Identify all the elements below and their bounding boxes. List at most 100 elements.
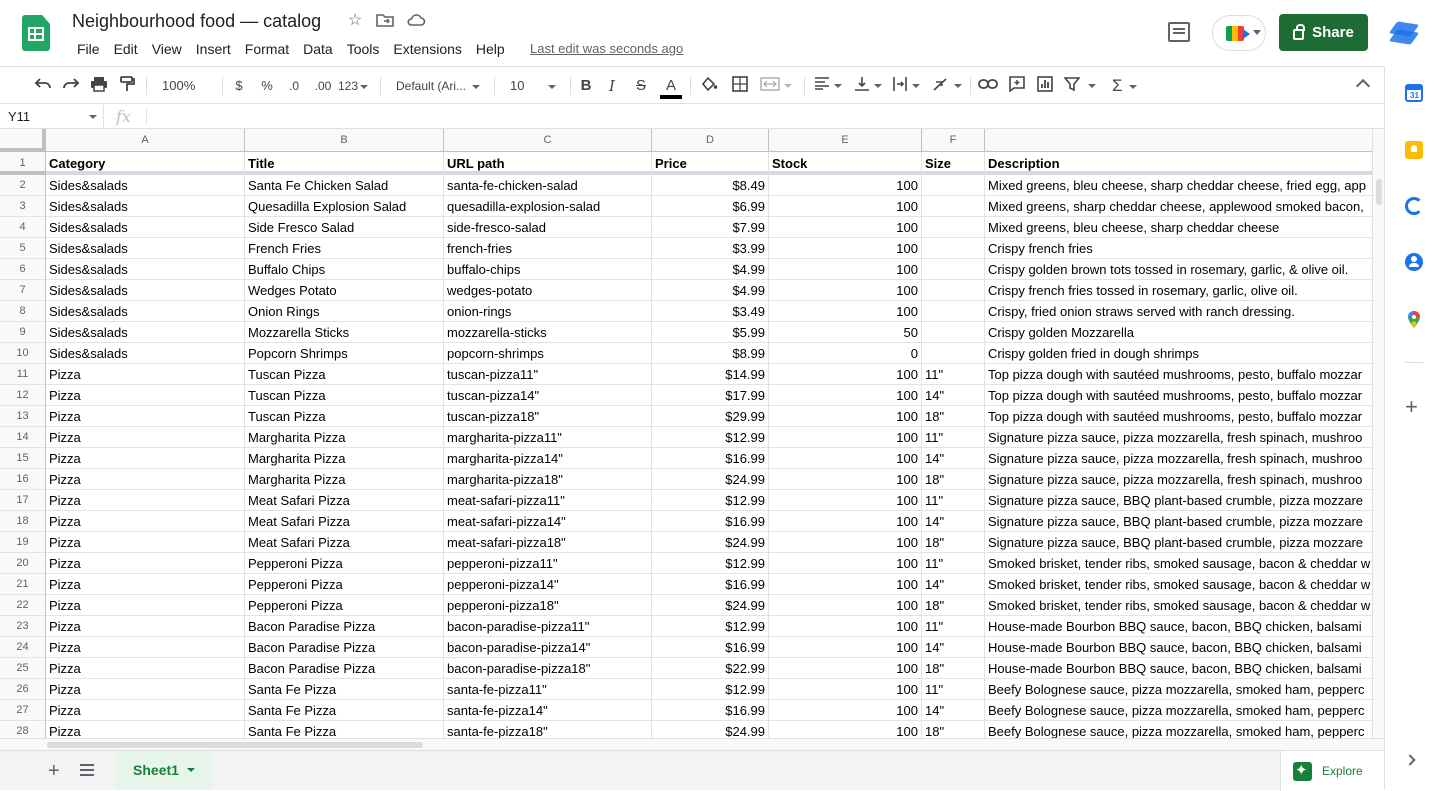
- cell-stock[interactable]: 100: [769, 511, 922, 532]
- cell-stock[interactable]: 100: [769, 175, 922, 196]
- cell-url-path[interactable]: pepperoni-pizza11": [444, 553, 652, 574]
- menu-format[interactable]: Format: [238, 40, 296, 59]
- star-icon[interactable]: ☆: [346, 12, 364, 30]
- cell-url-path[interactable]: santa-fe-pizza14": [444, 700, 652, 721]
- cell-stock[interactable]: 100: [769, 658, 922, 679]
- last-edit-link[interactable]: Last edit was seconds ago: [530, 41, 683, 56]
- cell-stock[interactable]: 100: [769, 259, 922, 280]
- cell-description[interactable]: Signature pizza sauce, BBQ plant-based c…: [985, 532, 1372, 553]
- document-title[interactable]: Neighbourhood food — catalog: [72, 11, 321, 32]
- cell-price[interactable]: $16.99: [652, 511, 769, 532]
- cell-price[interactable]: $24.99: [652, 595, 769, 616]
- cell-price[interactable]: $3.99: [652, 238, 769, 259]
- menu-extensions[interactable]: Extensions: [386, 40, 468, 59]
- cell-description[interactable]: Crispy french fries: [985, 238, 1372, 259]
- font-size-select[interactable]: 10: [502, 76, 562, 96]
- row-header[interactable]: 6: [0, 259, 46, 280]
- cell-url-path[interactable]: onion-rings: [444, 301, 652, 322]
- cell-title[interactable]: Side Fresco Salad: [245, 217, 444, 238]
- cell-size[interactable]: 11": [922, 427, 985, 448]
- all-sheets-menu-icon[interactable]: [80, 764, 94, 776]
- cell-stock[interactable]: 100: [769, 427, 922, 448]
- cell-url-path[interactable]: bacon-paradise-pizza14": [444, 637, 652, 658]
- column-header-d[interactable]: D: [652, 129, 769, 152]
- cell-description[interactable]: Crispy golden Mozzarella: [985, 322, 1372, 343]
- cell-stock[interactable]: 100: [769, 721, 922, 738]
- cell-category[interactable]: Sides&salads: [46, 217, 245, 238]
- cell-description[interactable]: Signature pizza sauce, BBQ plant-based c…: [985, 511, 1372, 532]
- select-all-corner[interactable]: [0, 129, 46, 152]
- menu-data[interactable]: Data: [296, 40, 340, 59]
- cell-title[interactable]: Bacon Paradise Pizza: [245, 637, 444, 658]
- row-header[interactable]: 3: [0, 196, 46, 217]
- cell-price[interactable]: $8.99: [652, 343, 769, 364]
- row-header[interactable]: 19: [0, 532, 46, 553]
- cloud-status-icon[interactable]: [406, 12, 426, 30]
- cell-description[interactable]: House-made Bourbon BBQ sauce, bacon, BBQ…: [985, 658, 1372, 679]
- cell-stock[interactable]: 100: [769, 385, 922, 406]
- cell-url-path[interactable]: tuscan-pizza18": [444, 406, 652, 427]
- header-cell-url-path[interactable]: URL path: [444, 152, 652, 175]
- cell-category[interactable]: Sides&salads: [46, 175, 245, 196]
- cell-url-path[interactable]: tuscan-pizza14": [444, 385, 652, 406]
- cell-stock[interactable]: 100: [769, 301, 922, 322]
- cell-url-path[interactable]: santa-fe-pizza18": [444, 721, 652, 738]
- header-cell-category[interactable]: Category: [46, 152, 245, 175]
- cell-size[interactable]: 18": [922, 721, 985, 738]
- menu-view[interactable]: View: [145, 40, 189, 59]
- cell-url-path[interactable]: bacon-paradise-pizza18": [444, 658, 652, 679]
- cell-stock[interactable]: 100: [769, 574, 922, 595]
- cell-description[interactable]: Beefy Bolognese sauce, pizza mozzarella,…: [985, 700, 1372, 721]
- chevron-right-icon[interactable]: [1404, 754, 1416, 766]
- cell-price[interactable]: $17.99: [652, 385, 769, 406]
- cell-description[interactable]: Signature pizza sauce, pizza mozzarella,…: [985, 469, 1372, 490]
- cell-description[interactable]: Smoked brisket, tender ribs, smoked saus…: [985, 574, 1372, 595]
- cell-url-path[interactable]: french-fries: [444, 238, 652, 259]
- cell-price[interactable]: $12.99: [652, 490, 769, 511]
- cell-stock[interactable]: 50: [769, 322, 922, 343]
- cell-category[interactable]: Sides&salads: [46, 301, 245, 322]
- text-color-button[interactable]: A: [660, 76, 682, 99]
- more-formats-select[interactable]: 123: [338, 76, 372, 96]
- collapse-menus-icon[interactable]: [1355, 78, 1371, 94]
- cell-title[interactable]: Meat Safari Pizza: [245, 532, 444, 553]
- contacts-icon[interactable]: [1405, 253, 1423, 271]
- borders-icon[interactable]: [731, 76, 749, 96]
- cell-size[interactable]: 18": [922, 532, 985, 553]
- row-header[interactable]: 21: [0, 574, 46, 595]
- cell-url-path[interactable]: meat-safari-pizza11": [444, 490, 652, 511]
- chevron-down-icon[interactable]: [186, 768, 195, 772]
- formula-input[interactable]: [150, 105, 1370, 129]
- insert-comment-icon[interactable]: [1008, 76, 1026, 96]
- cell-size[interactable]: [922, 322, 985, 343]
- explore-button[interactable]: Explore: [1280, 751, 1384, 791]
- cell-title[interactable]: Pepperoni Pizza: [245, 574, 444, 595]
- cell-url-path[interactable]: side-fresco-salad: [444, 217, 652, 238]
- cell-stock[interactable]: 100: [769, 595, 922, 616]
- cell-description[interactable]: Beefy Bolognese sauce, pizza mozzarella,…: [985, 679, 1372, 700]
- cell-size[interactable]: 18": [922, 469, 985, 490]
- column-header-e[interactable]: E: [769, 129, 922, 152]
- move-folder-icon[interactable]: [376, 12, 394, 30]
- column-header-a[interactable]: A: [46, 129, 245, 152]
- cell-category[interactable]: Pizza: [46, 385, 245, 406]
- cell-size[interactable]: 11": [922, 364, 985, 385]
- row-header[interactable]: 14: [0, 427, 46, 448]
- cell-price[interactable]: $29.99: [652, 406, 769, 427]
- cell-title[interactable]: Santa Fe Chicken Salad: [245, 175, 444, 196]
- header-cell-size[interactable]: Size: [922, 152, 985, 175]
- cell-category[interactable]: Pizza: [46, 469, 245, 490]
- cell-stock[interactable]: 100: [769, 679, 922, 700]
- cell-title[interactable]: Popcorn Shrimps: [245, 343, 444, 364]
- cell-price[interactable]: $22.99: [652, 658, 769, 679]
- text-rotation-icon[interactable]: [932, 76, 962, 96]
- cell-category[interactable]: Pizza: [46, 679, 245, 700]
- header-cell-stock[interactable]: Stock: [769, 152, 922, 175]
- cell-description[interactable]: Top pizza dough with sautéed mushrooms, …: [985, 406, 1372, 427]
- cell-size[interactable]: 11": [922, 616, 985, 637]
- cell-size[interactable]: [922, 217, 985, 238]
- cell-title[interactable]: Pepperoni Pizza: [245, 595, 444, 616]
- cell-url-path[interactable]: pepperoni-pizza14": [444, 574, 652, 595]
- row-header[interactable]: 12: [0, 385, 46, 406]
- cell-stock[interactable]: 100: [769, 637, 922, 658]
